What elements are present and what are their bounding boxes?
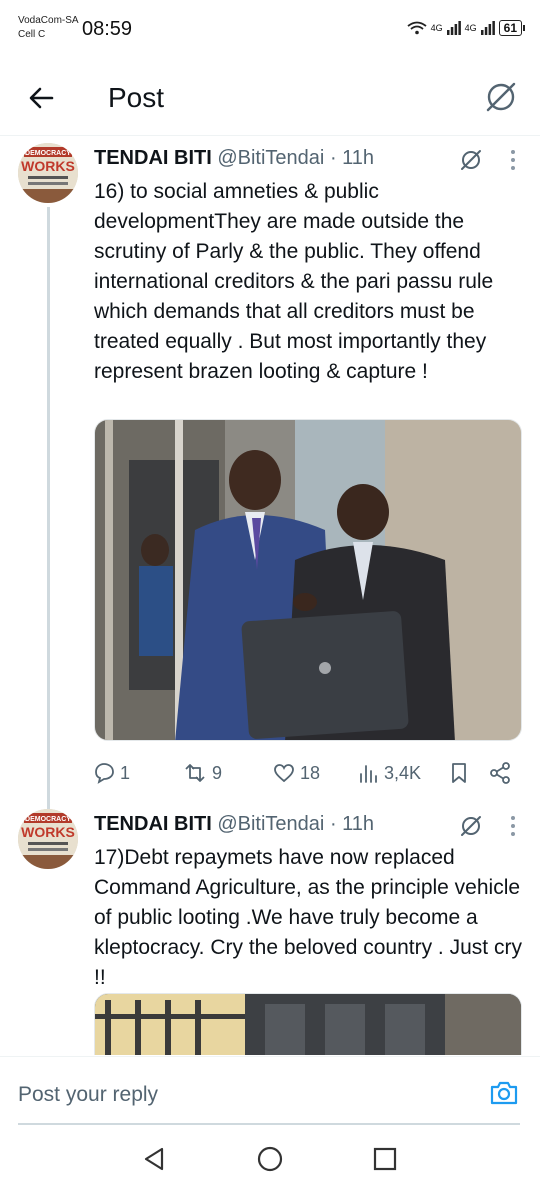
post-text: 17)Debt repaymets have now replaced Comm… (94, 846, 522, 989)
carrier-secondary: Cell C (18, 29, 46, 40)
post-header-row: TENDAI BITI @BitiTendai · 11h (94, 813, 524, 841)
avatar-text-top: DEMOCRACY (25, 816, 71, 823)
post-header-row: TENDAI BITI @BitiTendai · 11h (94, 147, 524, 175)
author-name[interactable]: TENDAI BITI (94, 813, 212, 835)
avatar-text-main: WORKS (21, 158, 75, 174)
network-type-2: 4G (464, 23, 477, 33)
reply-input[interactable]: Post your reply (18, 1083, 158, 1107)
like-button[interactable]: 18 (272, 761, 320, 785)
post-time[interactable]: · 11h (330, 813, 374, 835)
avatar-text-top: DEMOCRACY (25, 150, 71, 157)
photo-building (95, 994, 521, 1055)
author-handle[interactable]: @BitiTendai (217, 813, 324, 835)
status-icons: 4G 4G 61 (407, 20, 526, 36)
reply-icon (95, 763, 114, 784)
post-image[interactable] (94, 993, 522, 1055)
author-handle[interactable]: @BitiTendai (217, 147, 324, 169)
nav-home-button[interactable] (255, 1144, 285, 1174)
post-feed: DEMOCRACY WORKS TENDAI BITI @BitiTendai … (0, 137, 540, 1055)
network-type-1: 4G (430, 23, 443, 33)
camera-button[interactable] (488, 1077, 520, 1109)
views-count: 3,4K (384, 762, 422, 783)
nav-back-button[interactable] (140, 1144, 170, 1174)
carrier-primary: VodaCom-SA (18, 15, 79, 26)
repost-count: 9 (212, 762, 223, 783)
views-button[interactable]: 3,4K (358, 762, 421, 784)
battery-indicator: 61 (498, 20, 526, 36)
nav-home-icon (257, 1146, 283, 1172)
more-icon[interactable] (510, 815, 516, 837)
nav-back-icon (144, 1147, 164, 1171)
nav-recents-button[interactable] (370, 1144, 400, 1174)
views-icon (360, 765, 377, 783)
reply-bar: Post your reply (0, 1056, 540, 1125)
signal-icon-2 (480, 21, 495, 35)
share-icon (490, 762, 510, 784)
post-text: 16) to social amneties & public developm… (94, 180, 494, 383)
post-header: Post (0, 60, 540, 136)
photo-two-men-briefcase (95, 420, 521, 740)
more-icon[interactable] (510, 149, 516, 171)
grok-icon (486, 82, 516, 112)
signal-icon-1 (446, 21, 461, 35)
grok-icon[interactable] (458, 147, 484, 173)
reply-button[interactable]: 1 (92, 761, 130, 785)
grok-button[interactable] (482, 78, 520, 116)
reply-underline (18, 1123, 520, 1125)
wifi-icon (407, 21, 427, 35)
like-icon (274, 764, 294, 783)
post-header-icons (458, 813, 516, 839)
avatar[interactable]: DEMOCRACY WORKS (18, 143, 78, 203)
share-button[interactable] (488, 761, 512, 785)
post-time[interactable]: · 11h (330, 147, 374, 169)
page-title: Post (108, 82, 165, 113)
system-nav-bar (0, 1128, 540, 1188)
like-count: 18 (300, 762, 321, 783)
post-image[interactable] (94, 419, 522, 741)
repost-icon (185, 764, 205, 782)
nav-recents-icon (373, 1147, 397, 1171)
post-actions: 1 9 18 3,4K (92, 757, 524, 789)
back-arrow-icon (29, 87, 54, 109)
bookmark-icon (452, 763, 466, 783)
status-bar: VodaCom-SA Cell C 08:59 4G 4G 61 (0, 0, 540, 56)
avatar[interactable]: DEMOCRACY WORKS (18, 809, 78, 869)
post-item-17[interactable]: DEMOCRACY WORKS TENDAI BITI @BitiTendai … (0, 809, 540, 1055)
camera-icon (490, 1081, 518, 1105)
author-name[interactable]: TENDAI BITI (94, 147, 212, 169)
back-button[interactable] (22, 78, 62, 118)
bookmark-button[interactable] (448, 761, 470, 785)
carrier-info: VodaCom-SA Cell C (18, 14, 79, 42)
post-header-icons (458, 147, 516, 173)
reply-count: 1 (120, 762, 131, 783)
grok-icon[interactable] (458, 813, 484, 839)
post-item-16[interactable]: DEMOCRACY WORKS TENDAI BITI @BitiTendai … (0, 143, 540, 793)
status-clock: 08:59 (82, 18, 133, 40)
repost-button[interactable]: 9 (182, 761, 222, 785)
avatar-text-main: WORKS (21, 824, 75, 840)
